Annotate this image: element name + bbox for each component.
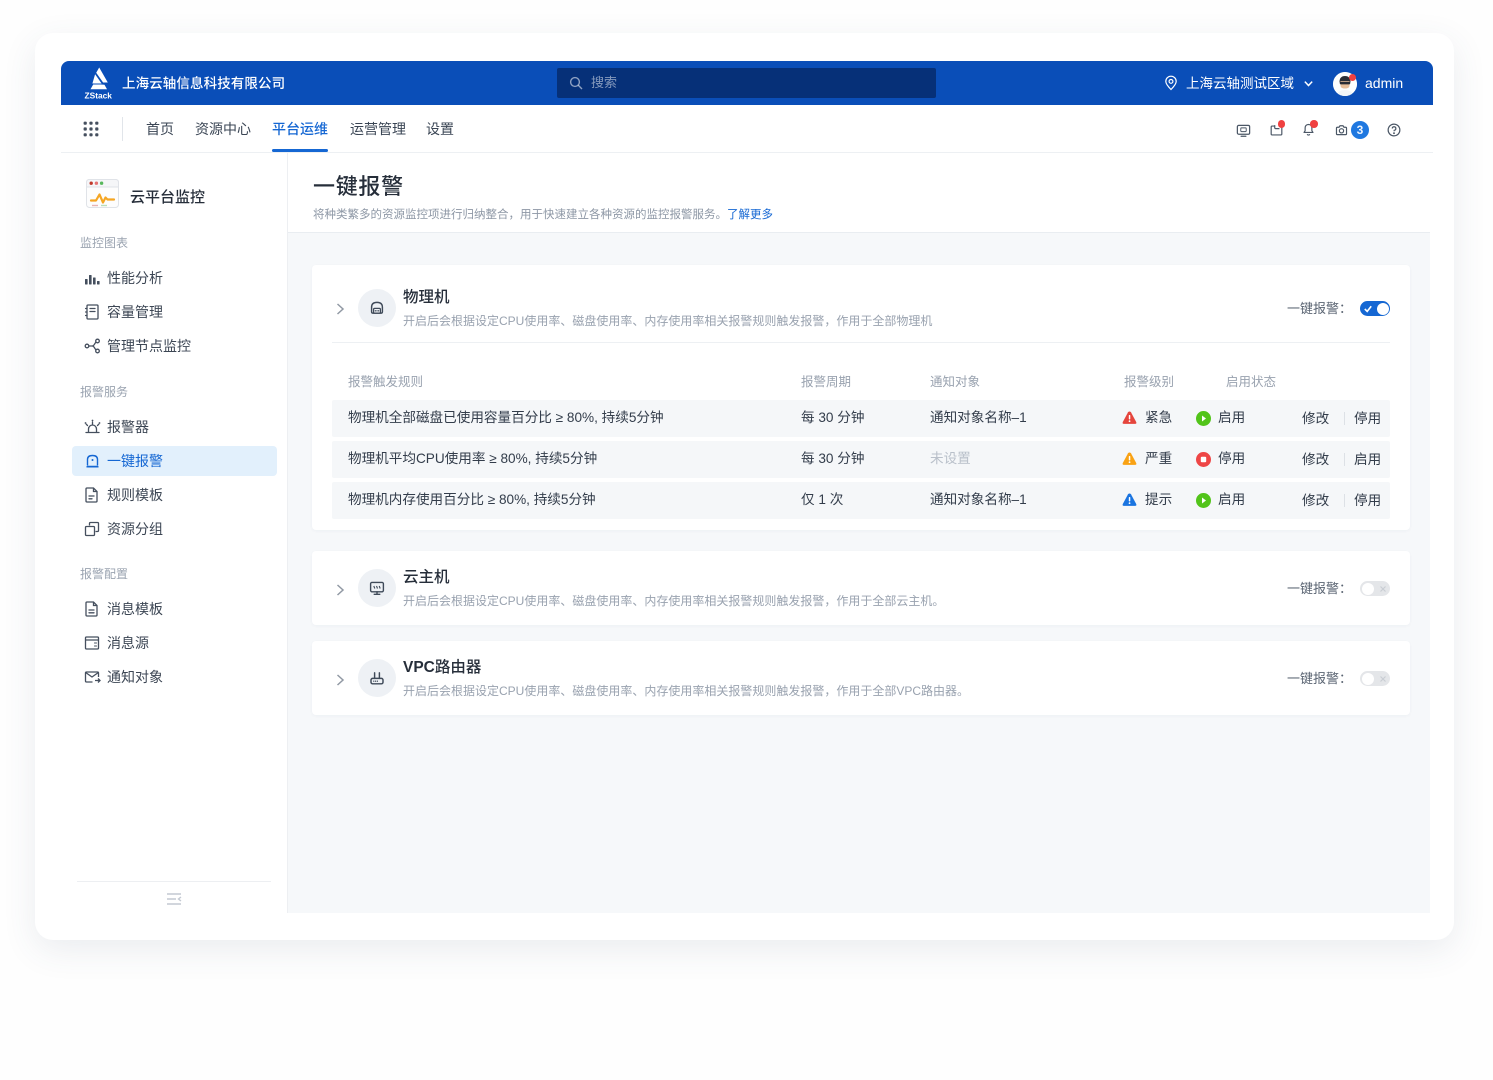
svg-text:ZStack: ZStack xyxy=(85,91,113,101)
